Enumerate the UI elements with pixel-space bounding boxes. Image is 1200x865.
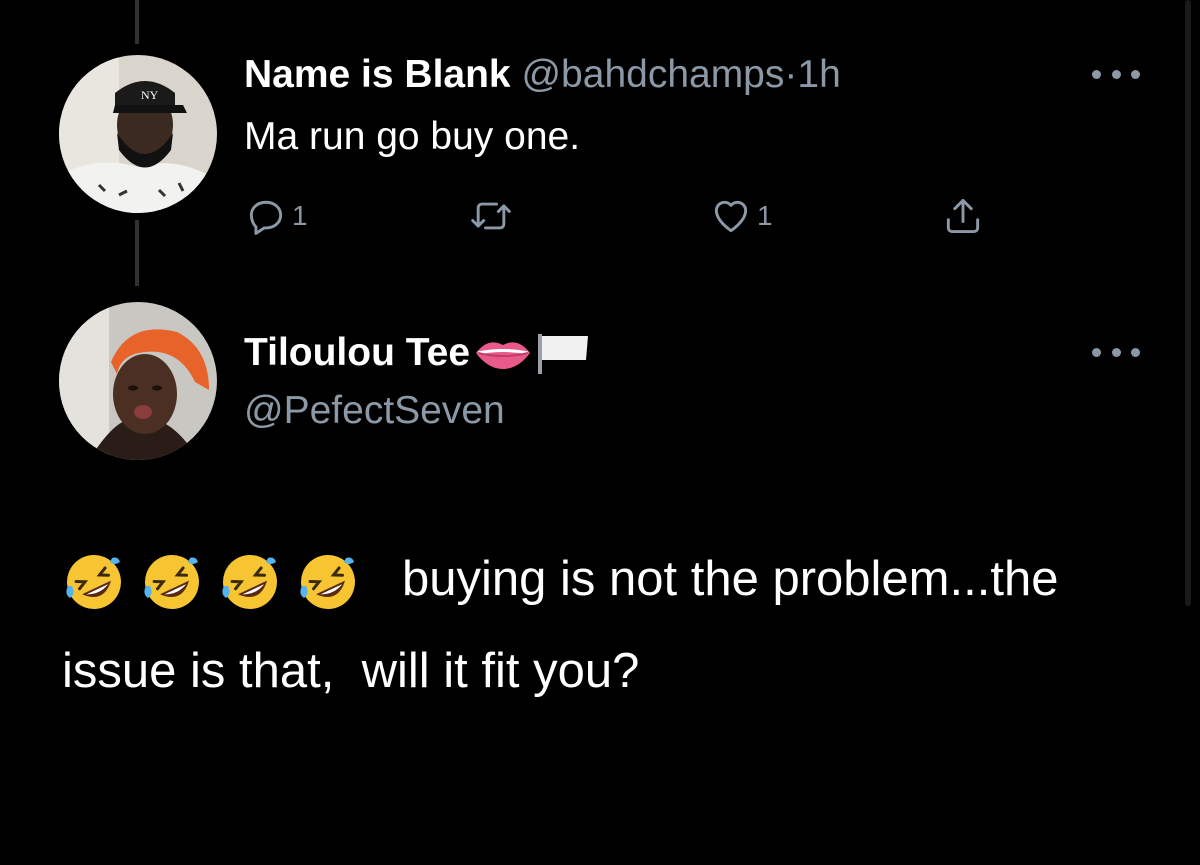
tweet-header: Name is Blank @bahdchamps·1h <box>244 52 841 98</box>
scrollbar[interactable] <box>1185 0 1191 606</box>
retweet-icon <box>471 202 511 230</box>
tweet-text: buying is not the problem...the issue is… <box>62 533 1102 717</box>
tweet-actions: 1 1 <box>244 190 1004 242</box>
thread-line-connector <box>135 220 139 286</box>
share-button[interactable] <box>941 190 985 242</box>
timestamp[interactable]: 1h <box>797 53 840 96</box>
avatar[interactable] <box>59 302 217 460</box>
more-icon-dot <box>1092 69 1101 79</box>
user-handle[interactable]: @bahdchamps <box>521 53 784 96</box>
thread-line-top <box>135 0 139 44</box>
reply-count: 1 <box>292 200 308 231</box>
user-handle[interactable]: @PefectSeven <box>244 388 505 434</box>
white-flag-emoji <box>538 334 589 374</box>
emoji-group <box>62 550 374 614</box>
more-icon-dot <box>1111 69 1121 79</box>
like-count: 1 <box>757 200 773 231</box>
retweet-button[interactable] <box>469 190 513 242</box>
heart-icon <box>714 200 748 233</box>
display-name[interactable]: Name is Blank <box>244 53 511 96</box>
display-name[interactable]: Tiloulou Tee <box>244 330 470 376</box>
svg-text:NY: NY <box>141 88 159 102</box>
more-icon-dot <box>1111 347 1121 357</box>
more-icon-dot <box>1131 347 1140 357</box>
more-options-button[interactable] <box>1092 342 1140 362</box>
reply-button[interactable]: 1 <box>244 190 308 242</box>
lips-emoji <box>476 342 531 369</box>
rolling-on-floor-laughing-emoji <box>300 555 355 610</box>
like-button[interactable]: 1 <box>709 190 773 242</box>
share-icon <box>946 198 980 234</box>
rolling-on-floor-laughing-emoji <box>144 555 199 610</box>
separator: · <box>784 53 798 96</box>
more-icon-dot <box>1092 347 1101 357</box>
more-icon-dot <box>1131 69 1140 79</box>
reply-icon <box>249 200 283 235</box>
tweet-header: Tiloulou Tee <box>244 330 590 376</box>
tweet-text: Ma run go buy one. <box>244 115 581 158</box>
rolling-on-floor-laughing-emoji <box>222 555 277 610</box>
more-options-button[interactable] <box>1092 64 1140 84</box>
avatar[interactable]: NY <box>59 55 217 213</box>
rolling-on-floor-laughing-emoji <box>66 555 121 610</box>
